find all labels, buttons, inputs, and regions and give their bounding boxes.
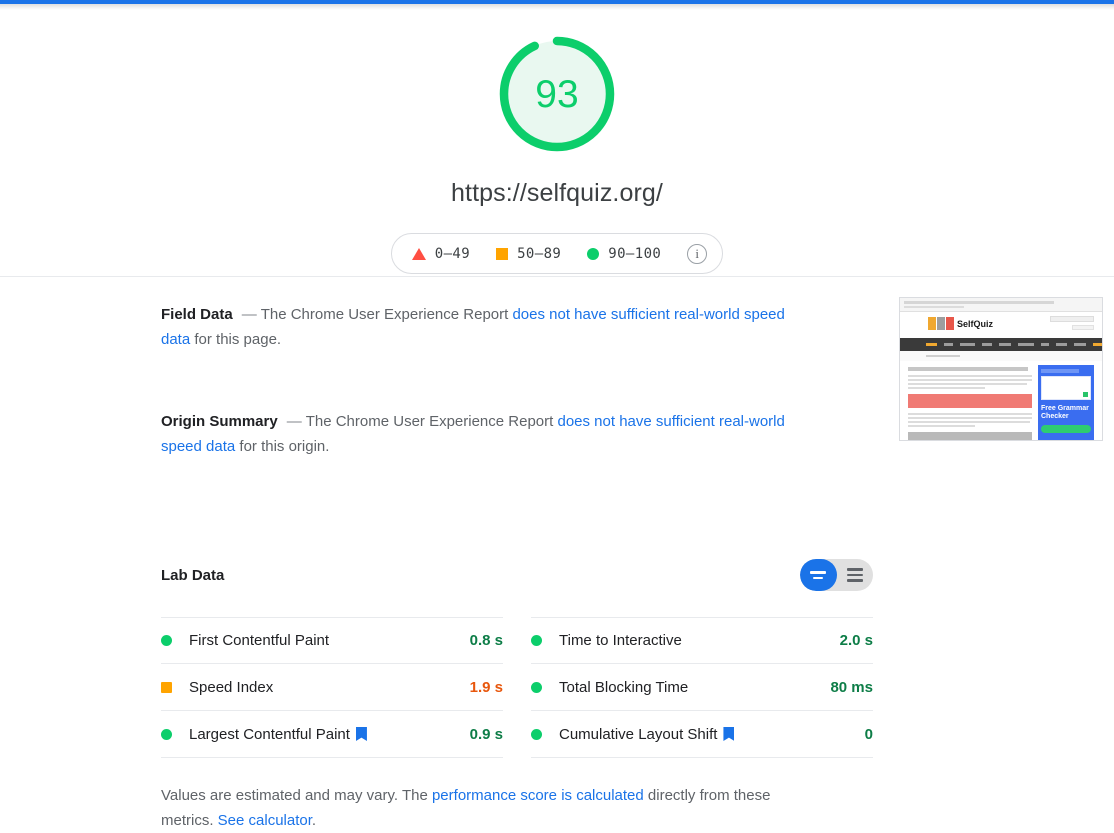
field-data-text-before: The Chrome User Experience Report [260,306,513,323]
metric-label: Total Blocking Time [559,678,689,696]
core-web-vital-flag-icon [723,727,735,741]
thumbnail-sidebar-ad: Free Grammar Checker [1038,365,1094,440]
metric-label: Speed Index [189,678,274,696]
thumbnail-search-box [1050,316,1094,322]
status-dot-icon [531,635,542,646]
footnote-text-before: Values are estimated and may vary. The [161,787,432,804]
triangle-marker-icon [411,247,426,260]
legend-label-good: 90–100 [608,245,662,262]
thumbnail-navbar [900,338,1102,351]
origin-summary-dash: — [286,413,302,430]
thumbnail-ad-logo [1041,369,1079,373]
metric-name: Speed Index [189,679,470,696]
metric-value: 80 ms [830,678,873,696]
metric-name: Cumulative Layout Shift [559,726,865,743]
lab-data-title: Lab Data [161,566,225,584]
thumbnail-search-button [1072,325,1094,330]
metric-value: 0.8 s [469,632,503,649]
metric-label: Cumulative Layout Shift [559,725,718,743]
thumbnail-breadcrumb [900,351,1102,361]
see-calculator-link[interactable]: See calculator [218,812,312,829]
thumbnail-browser-bar [900,298,1102,312]
thumbnail-logo-text: SelfQuiz [957,318,994,329]
thumbnail-body: Free Grammar Checker [900,361,1102,440]
legend-label-average: 50–89 [517,245,562,262]
origin-summary-text-before: The Chrome User Experience Report [305,413,558,430]
report-body: SelfQuiz Free Grammar Checker Field Data… [0,276,1114,833]
table-row[interactable]: Time to Interactive 2.0 s [531,617,873,664]
table-row[interactable]: First Contentful Paint 0.8 s [161,617,503,664]
core-web-vital-flag-icon [355,727,367,741]
expanded-view-icon-line-1 [846,568,863,571]
metric-value: 2.0 s [839,632,873,649]
metric-name: Total Blocking Time [559,679,830,696]
thumbnail-main-column [908,365,1032,440]
metric-label: Time to Interactive [559,632,682,649]
thumbnail-primary-button [908,394,1032,408]
page-screenshot-thumbnail: SelfQuiz Free Grammar Checker [899,297,1103,441]
thumbnail-ad-text: Free Grammar Checker [1041,405,1089,420]
field-data-text-after: for this page. [190,331,282,348]
score-value: 93 [535,72,579,116]
thumbnail-ad-button [1041,425,1091,433]
lab-data-footnote: Values are estimated and may vary. The p… [161,783,811,833]
status-dot-icon [161,728,172,740]
metric-value: 1.9 s [469,678,503,696]
expanded-view-icon-line-2 [846,573,863,577]
legend-label-poor: 0–49 [434,245,471,262]
score-legend: 0–49 50–89 90–100 i [390,233,724,274]
legend-item-good: 90–100 [587,246,661,262]
origin-summary-paragraph: Origin Summary — The Chrome User Experienc… [161,352,811,459]
metric-name: First Contentful Paint [189,632,470,649]
table-row[interactable]: Total Blocking Time 80 ms [531,664,873,711]
field-data-title: Field Data [161,306,233,323]
metric-value: 0 [864,725,873,743]
collapsed-view-icon-line-2 [813,576,824,579]
metric-label: First Contentful Paint [189,632,330,649]
lab-metrics: First Contentful Paint 0.8 s Speed Index… [161,617,873,758]
circle-marker-icon [587,247,600,260]
toggle-expanded-view[interactable] [837,559,874,591]
origin-summary-text-after: for this origin. [235,438,330,455]
thumbnail-ad-preview [1041,376,1091,400]
performance-score-link[interactable]: performance score is calculated [432,787,644,804]
origin-summary-title: Origin Summary [161,413,278,430]
performance-score-gauge: 93 [495,32,619,156]
status-square-icon [161,681,172,693]
field-data-dash: — [241,306,257,323]
status-dot-icon [531,728,542,740]
lab-data-header: Lab Data [161,459,873,591]
thumbnail-logo: SelfQuiz [928,317,993,330]
table-row[interactable]: Largest Contentful Paint 0.9 s [161,711,503,758]
status-dot-icon [531,681,542,693]
square-marker-icon [496,247,509,260]
metric-name: Time to Interactive [559,632,840,649]
collapsed-view-icon-line-1 [810,571,827,574]
analyzed-url: https://selfquiz.org/ [451,179,663,207]
lab-metrics-column-right: Time to Interactive 2.0 s Total Blocking… [531,617,873,758]
field-data-paragraph: Field Data — The Chrome User Experience Re… [161,276,811,352]
table-row[interactable]: Speed Index 1.9 s [161,664,503,711]
table-row[interactable]: Cumulative Layout Shift 0 [531,711,873,758]
legend-item-average: 50–89 [496,246,561,262]
view-mode-toggle[interactable] [800,559,873,591]
thumbnail-paragraph-2 [908,413,1032,427]
thumbnail-secondary-button [908,432,1032,440]
toggle-collapsed-view[interactable] [800,559,837,591]
thumbnail-header: SelfQuiz [900,312,1102,338]
lab-metrics-column-left: First Contentful Paint 0.8 s Speed Index… [161,617,503,758]
metric-label: Largest Contentful Paint [189,725,350,743]
score-hero: 93 https://selfquiz.org/ 0–49 50–89 90–1… [0,10,1114,276]
thumbnail-heading [908,367,1028,371]
status-dot-icon [161,635,172,646]
metric-name: Largest Contentful Paint [189,726,470,743]
footnote-text-after: . [311,812,317,829]
legend-item-poor: 0–49 [411,245,471,262]
info-icon[interactable]: i [687,243,708,264]
expanded-view-icon-line-3 [846,579,863,582]
thumbnail-paragraph-1 [908,375,1032,389]
metric-value: 0.9 s [469,725,503,743]
